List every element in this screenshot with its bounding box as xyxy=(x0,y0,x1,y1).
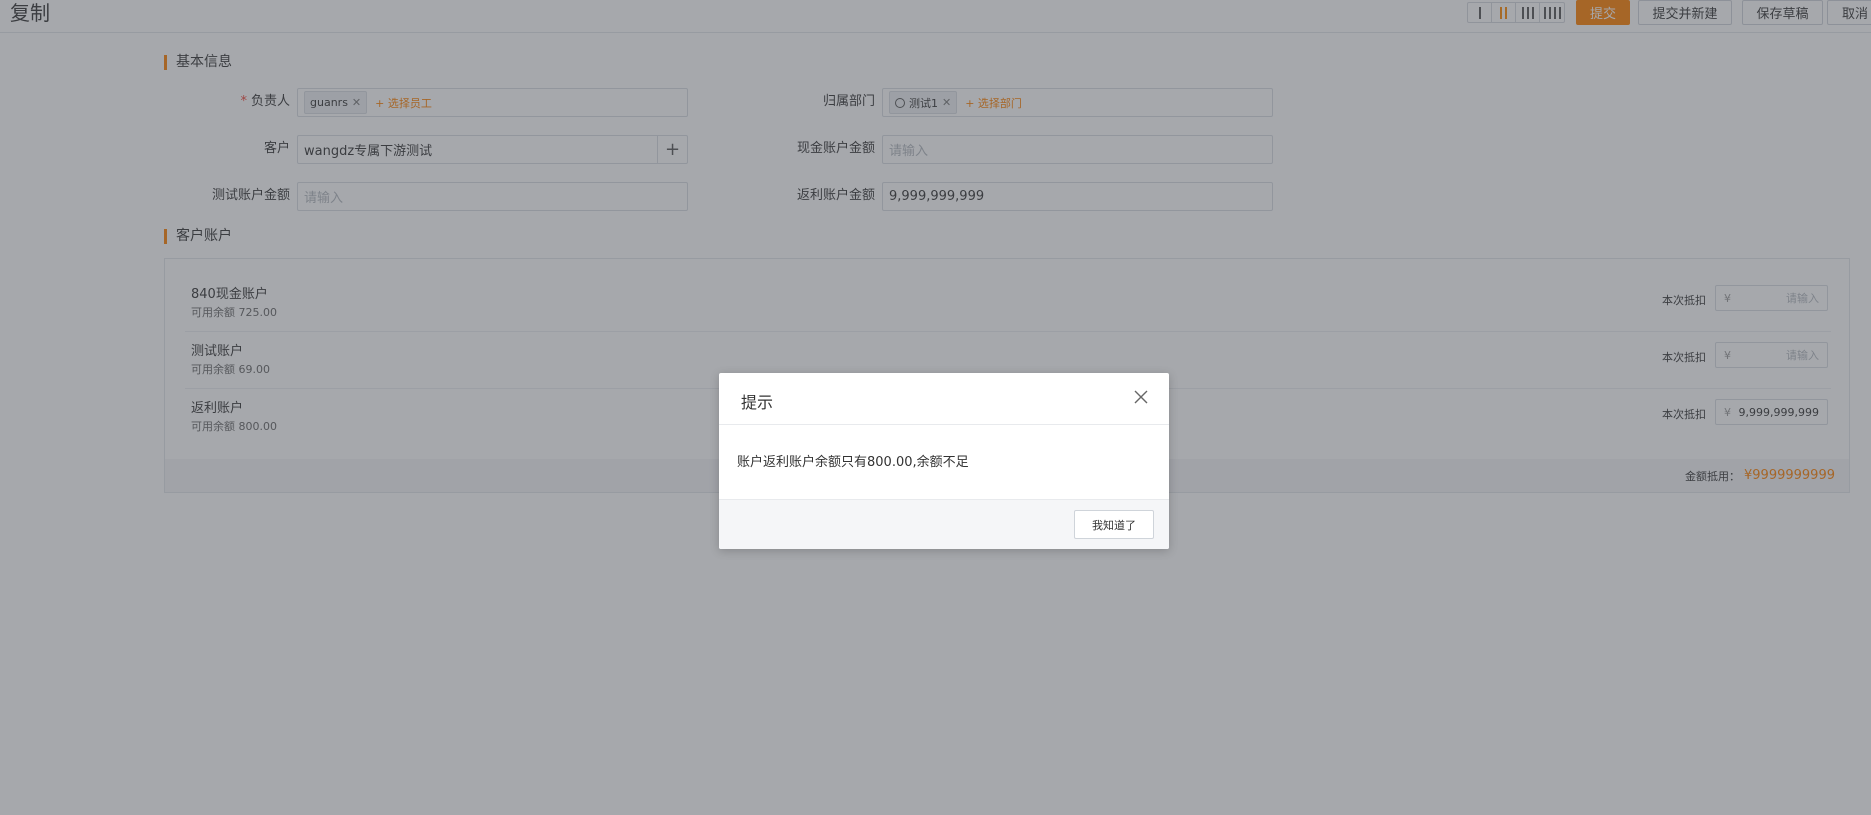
dialog-footer: 我知道了 xyxy=(719,499,1169,549)
dialog-title: 提示 xyxy=(741,393,774,412)
acknowledge-button[interactable]: 我知道了 xyxy=(1074,510,1154,539)
dialog-header: 提示 xyxy=(719,373,1169,425)
alert-dialog: 提示 账户返利账户余额只有800.00,余额不足 我知道了 xyxy=(719,373,1169,549)
dialog-body: 账户返利账户余额只有800.00,余额不足 xyxy=(719,425,1169,499)
close-icon[interactable] xyxy=(1129,385,1153,409)
dialog-message: 账户返利账户余额只有800.00,余额不足 xyxy=(737,455,969,470)
